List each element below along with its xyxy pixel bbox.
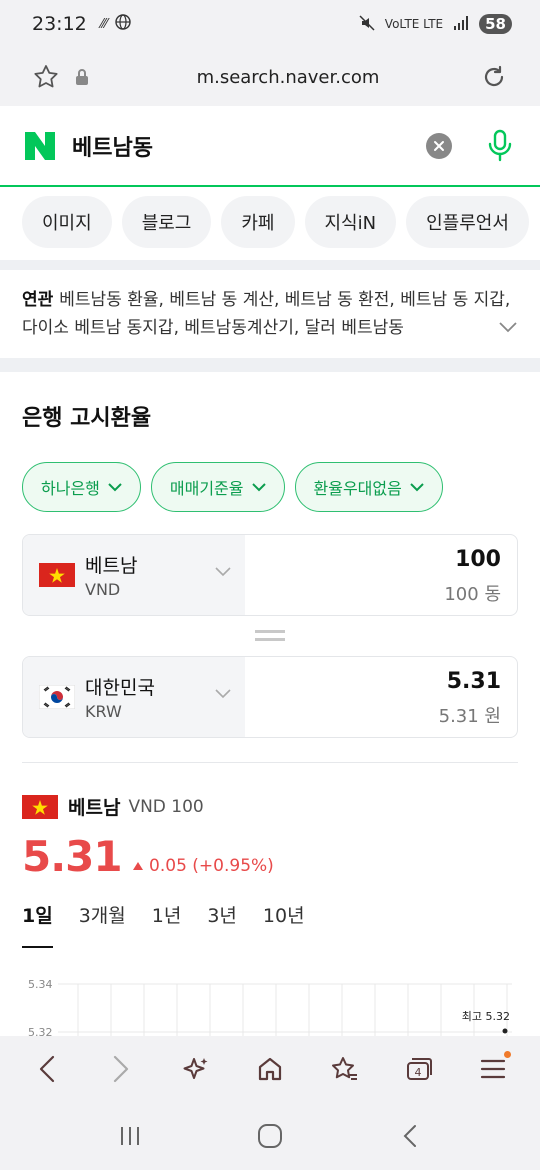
tab-influencer[interactable]: 인플루언서 xyxy=(406,196,529,248)
y-tick-label: 5.34 xyxy=(28,978,53,991)
max-annotation: 최고 5.32 xyxy=(462,1010,510,1023)
rate-change-text: 0.05 (+0.95%) xyxy=(149,856,274,876)
filter-label: 하나은행 xyxy=(41,479,100,498)
section-divider xyxy=(0,358,540,372)
amount-text: 100 동 xyxy=(444,584,501,605)
rate-value: 5.31 xyxy=(22,832,123,881)
from-currency-box: 베트남 VND 100 100 동 xyxy=(22,534,518,616)
search-input[interactable]: 베트남동 xyxy=(72,130,426,162)
microphone-icon[interactable] xyxy=(482,128,518,164)
filter-row: 하나은행 매매기준율 환율우대없음 xyxy=(22,462,518,512)
tab-images[interactable]: 이미지 xyxy=(22,196,112,248)
period-tabs: 1일 3개월 1년 3년 10년 xyxy=(22,901,518,948)
preferential-filter-button[interactable]: 환율우대없음 xyxy=(294,462,443,512)
bank-filter-button[interactable]: 하나은행 xyxy=(22,462,141,512)
chevron-down-icon xyxy=(215,689,231,699)
tab-blog[interactable]: 블로그 xyxy=(121,196,212,248)
related-searches: 연관 베트남동 환율, 베트남 동 계산, 베트남 동 환전, 베트남 동 지갑,… xyxy=(0,270,540,358)
to-amount-field[interactable]: 5.31 5.31 원 xyxy=(245,657,517,737)
currency-code: VND xyxy=(85,580,121,599)
section-title: 은행 고시환율 xyxy=(22,406,152,431)
bookmarks-star-icon[interactable] xyxy=(322,1047,366,1091)
status-right: VoLTE LTE 58 xyxy=(359,14,512,34)
globe-icon xyxy=(115,14,131,34)
home-icon[interactable] xyxy=(248,1047,292,1091)
tab-period-3m[interactable]: 3개월 xyxy=(79,901,126,948)
from-amount-field[interactable]: 100 100 동 xyxy=(245,535,517,615)
svg-text:4: 4 xyxy=(414,1066,421,1079)
tab-period-10y[interactable]: 10년 xyxy=(263,901,305,948)
forward-icon[interactable] xyxy=(99,1047,143,1091)
home-button-icon[interactable] xyxy=(248,1114,292,1158)
rate-row: 5.31 0.05 (+0.95%) xyxy=(22,832,518,881)
bookmark-star-icon[interactable] xyxy=(28,59,64,95)
section-divider xyxy=(0,260,540,270)
tab-period-1d[interactable]: 1일 xyxy=(22,901,53,948)
rate-type-filter-button[interactable]: 매매기준율 xyxy=(150,462,285,512)
search-header: 베트남동 xyxy=(0,107,540,187)
chevron-down-icon[interactable] xyxy=(498,314,518,342)
tab-period-3y[interactable]: 3년 xyxy=(207,901,237,948)
vietnam-flag-icon xyxy=(39,563,75,587)
sparkle-icon[interactable] xyxy=(174,1047,218,1091)
currency-name: 베트남 xyxy=(85,555,138,577)
lock-icon[interactable] xyxy=(64,59,100,95)
rate-change: 0.05 (+0.95%) xyxy=(132,856,274,876)
equals-icon xyxy=(22,616,518,656)
status-bar: 23:12 ⁄⁄⁄ VoLTE LTE 58 xyxy=(0,0,540,48)
rate-unit: VND 100 xyxy=(128,796,204,817)
chevron-down-icon xyxy=(410,482,424,491)
rate-chart[interactable]: 5.345.32최고 5.32 xyxy=(22,954,518,1044)
max-point xyxy=(502,1028,508,1034)
currency-name: 대한민국 xyxy=(85,677,155,699)
amount-value: 100 xyxy=(455,547,501,572)
rate-header: 베트남 VND 100 xyxy=(22,793,518,820)
up-arrow-icon xyxy=(132,862,143,870)
notification-dot xyxy=(503,1051,511,1058)
filter-label: 환율우대없음 xyxy=(313,479,402,498)
chevron-down-icon xyxy=(251,482,266,491)
korea-flag-icon xyxy=(39,685,75,709)
recent-apps-icon[interactable] xyxy=(108,1114,152,1158)
mute-icon xyxy=(359,14,375,34)
tab-period-1y[interactable]: 1년 xyxy=(152,901,182,948)
chevron-down-icon xyxy=(215,567,231,577)
divider xyxy=(22,762,518,763)
exchange-rate-section: 은행 고시환율 하나은행 매매기준율 환율우대없음 베트남 VND 100 10… xyxy=(0,372,540,1044)
tab-kin[interactable]: 지식iN xyxy=(304,196,397,248)
currency-code: KRW xyxy=(85,702,122,721)
system-nav-bar xyxy=(0,1102,540,1170)
amount-text: 5.31 원 xyxy=(438,706,501,727)
related-keywords[interactable]: 베트남동 환율, 베트남 동 계산, 베트남 동 환전, 베트남 동 지갑, 다… xyxy=(22,290,510,338)
notification-icon: ⁄⁄⁄ xyxy=(100,16,108,32)
clear-search-icon[interactable] xyxy=(426,133,452,159)
status-time: 23:12 xyxy=(32,13,87,35)
filter-label: 매매기준율 xyxy=(169,479,244,498)
to-currency-select[interactable]: 대한민국 KRW xyxy=(23,657,245,737)
rate-country: 베트남 xyxy=(68,797,121,819)
chevron-down-icon xyxy=(108,482,122,491)
tabs-icon[interactable]: 4 xyxy=(397,1047,441,1091)
system-back-icon[interactable] xyxy=(388,1114,432,1158)
from-currency-select[interactable]: 베트남 VND xyxy=(23,535,245,615)
signal-icon xyxy=(453,15,469,33)
menu-icon[interactable] xyxy=(471,1047,515,1091)
related-label: 연관 xyxy=(22,290,54,310)
battery-indicator: 58 xyxy=(479,14,512,34)
network-label: VoLTE LTE xyxy=(384,17,444,31)
reload-icon[interactable] xyxy=(476,59,512,95)
browser-url-bar: m.search.naver.com xyxy=(0,48,540,106)
url-text[interactable]: m.search.naver.com xyxy=(100,67,476,88)
search-tabs: 이미지 블로그 카페 지식iN 인플루언서 xyxy=(0,188,540,260)
tab-cafe[interactable]: 카페 xyxy=(221,196,295,248)
vietnam-flag-icon xyxy=(22,794,58,819)
status-left-icons: ⁄⁄⁄ xyxy=(101,14,132,34)
to-currency-box: 대한민국 KRW 5.31 5.31 원 xyxy=(22,656,518,738)
browser-bottom-nav: 4 xyxy=(0,1036,540,1102)
back-icon[interactable] xyxy=(25,1047,69,1091)
amount-value: 5.31 xyxy=(446,669,501,694)
naver-logo-icon[interactable] xyxy=(22,129,58,163)
